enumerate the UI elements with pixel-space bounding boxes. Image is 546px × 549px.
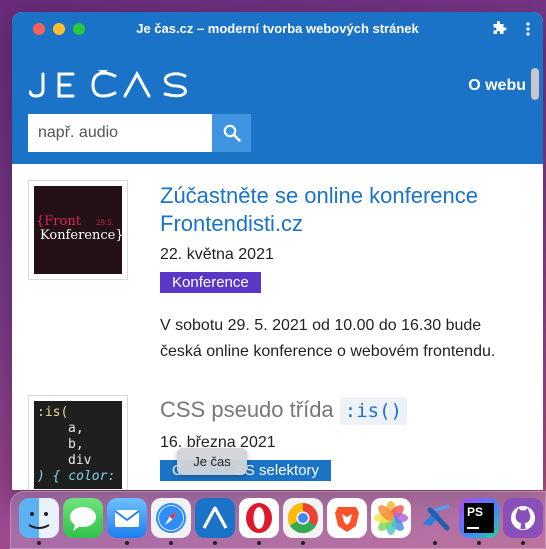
site-header: O webu bbox=[12, 46, 543, 164]
photos-icon[interactable] bbox=[371, 498, 411, 538]
article-list: {Front 29.5. Konference} Zúčastněte se o… bbox=[12, 164, 543, 490]
brave-icon[interactable] bbox=[327, 498, 367, 538]
mail-icon[interactable] bbox=[107, 498, 147, 538]
title-bar: Je čas.cz – moderní tvorba webových strá… bbox=[12, 12, 543, 46]
article-tag[interactable]: Konference bbox=[160, 272, 261, 293]
article-title-link[interactable]: CSS pseudo třída :is() bbox=[160, 396, 520, 425]
article-date: 22. května 2021 bbox=[160, 246, 274, 263]
chrome-icon[interactable] bbox=[283, 498, 323, 538]
running-indicator bbox=[521, 541, 525, 545]
thumbnail-code-line: a, bbox=[68, 421, 84, 436]
article-title-text: CSS pseudo třída bbox=[160, 397, 334, 422]
thumbnail-code-line: ) { color: bbox=[37, 469, 116, 484]
dock: PS bbox=[10, 491, 546, 549]
running-indicator bbox=[213, 541, 217, 545]
running-indicator bbox=[257, 541, 261, 545]
phpstorm-label: PS bbox=[467, 505, 484, 519]
thumbnail-badge: 29.5. bbox=[96, 219, 114, 227]
search-input[interactable] bbox=[28, 114, 212, 152]
scrollbar-thumb[interactable] bbox=[531, 68, 539, 100]
search-form bbox=[28, 114, 251, 152]
article-title-code: :is() bbox=[339, 397, 407, 425]
messages-icon[interactable] bbox=[63, 498, 103, 538]
running-indicator bbox=[477, 541, 481, 545]
article-thumbnail[interactable]: {Front 29.5. Konference} bbox=[28, 180, 128, 280]
github-icon[interactable] bbox=[503, 498, 543, 538]
running-indicator bbox=[37, 541, 41, 545]
search-icon bbox=[223, 124, 241, 142]
extensions-puzzle-icon[interactable] bbox=[491, 21, 507, 37]
site-logo[interactable] bbox=[29, 70, 189, 98]
running-indicator bbox=[169, 541, 173, 545]
thumbnail-text: {Front bbox=[36, 214, 81, 229]
article-tag-label: SS selektory bbox=[234, 462, 320, 479]
thumbnail-code-line: b, bbox=[68, 437, 84, 452]
nav-link-about[interactable]: O webu bbox=[468, 77, 526, 95]
vscode-icon[interactable] bbox=[415, 498, 455, 538]
browser-window: Je čas.cz – moderní tvorba webových strá… bbox=[12, 12, 543, 490]
opera-icon[interactable] bbox=[239, 498, 279, 538]
thumbnail-code-line: :is( bbox=[37, 405, 69, 420]
je-cas-icon[interactable] bbox=[195, 498, 235, 538]
running-indicator bbox=[125, 541, 129, 545]
finder-icon[interactable] bbox=[19, 498, 59, 538]
thumbnail-text: Konference} bbox=[40, 228, 122, 243]
article-excerpt: V sobotu 29. 5. 2021 od 10.00 do 16.30 b… bbox=[160, 317, 496, 360]
article-title-link[interactable]: Zúčastněte se online konference Frontend… bbox=[160, 182, 520, 238]
more-menu-icon[interactable] bbox=[525, 21, 531, 37]
search-button[interactable] bbox=[212, 114, 251, 152]
article-thumbnail[interactable]: :is( a, b, div ) { color: bbox=[28, 395, 128, 490]
phpstorm-icon[interactable]: PS bbox=[459, 498, 499, 538]
thumbnail-code-line: div bbox=[68, 453, 92, 468]
safari-icon[interactable] bbox=[151, 498, 191, 538]
window-title: Je čas.cz – moderní tvorba webových strá… bbox=[136, 21, 419, 36]
dock-tooltip: Je čas bbox=[177, 448, 247, 475]
running-indicator bbox=[433, 541, 437, 545]
running-indicator bbox=[301, 541, 305, 545]
